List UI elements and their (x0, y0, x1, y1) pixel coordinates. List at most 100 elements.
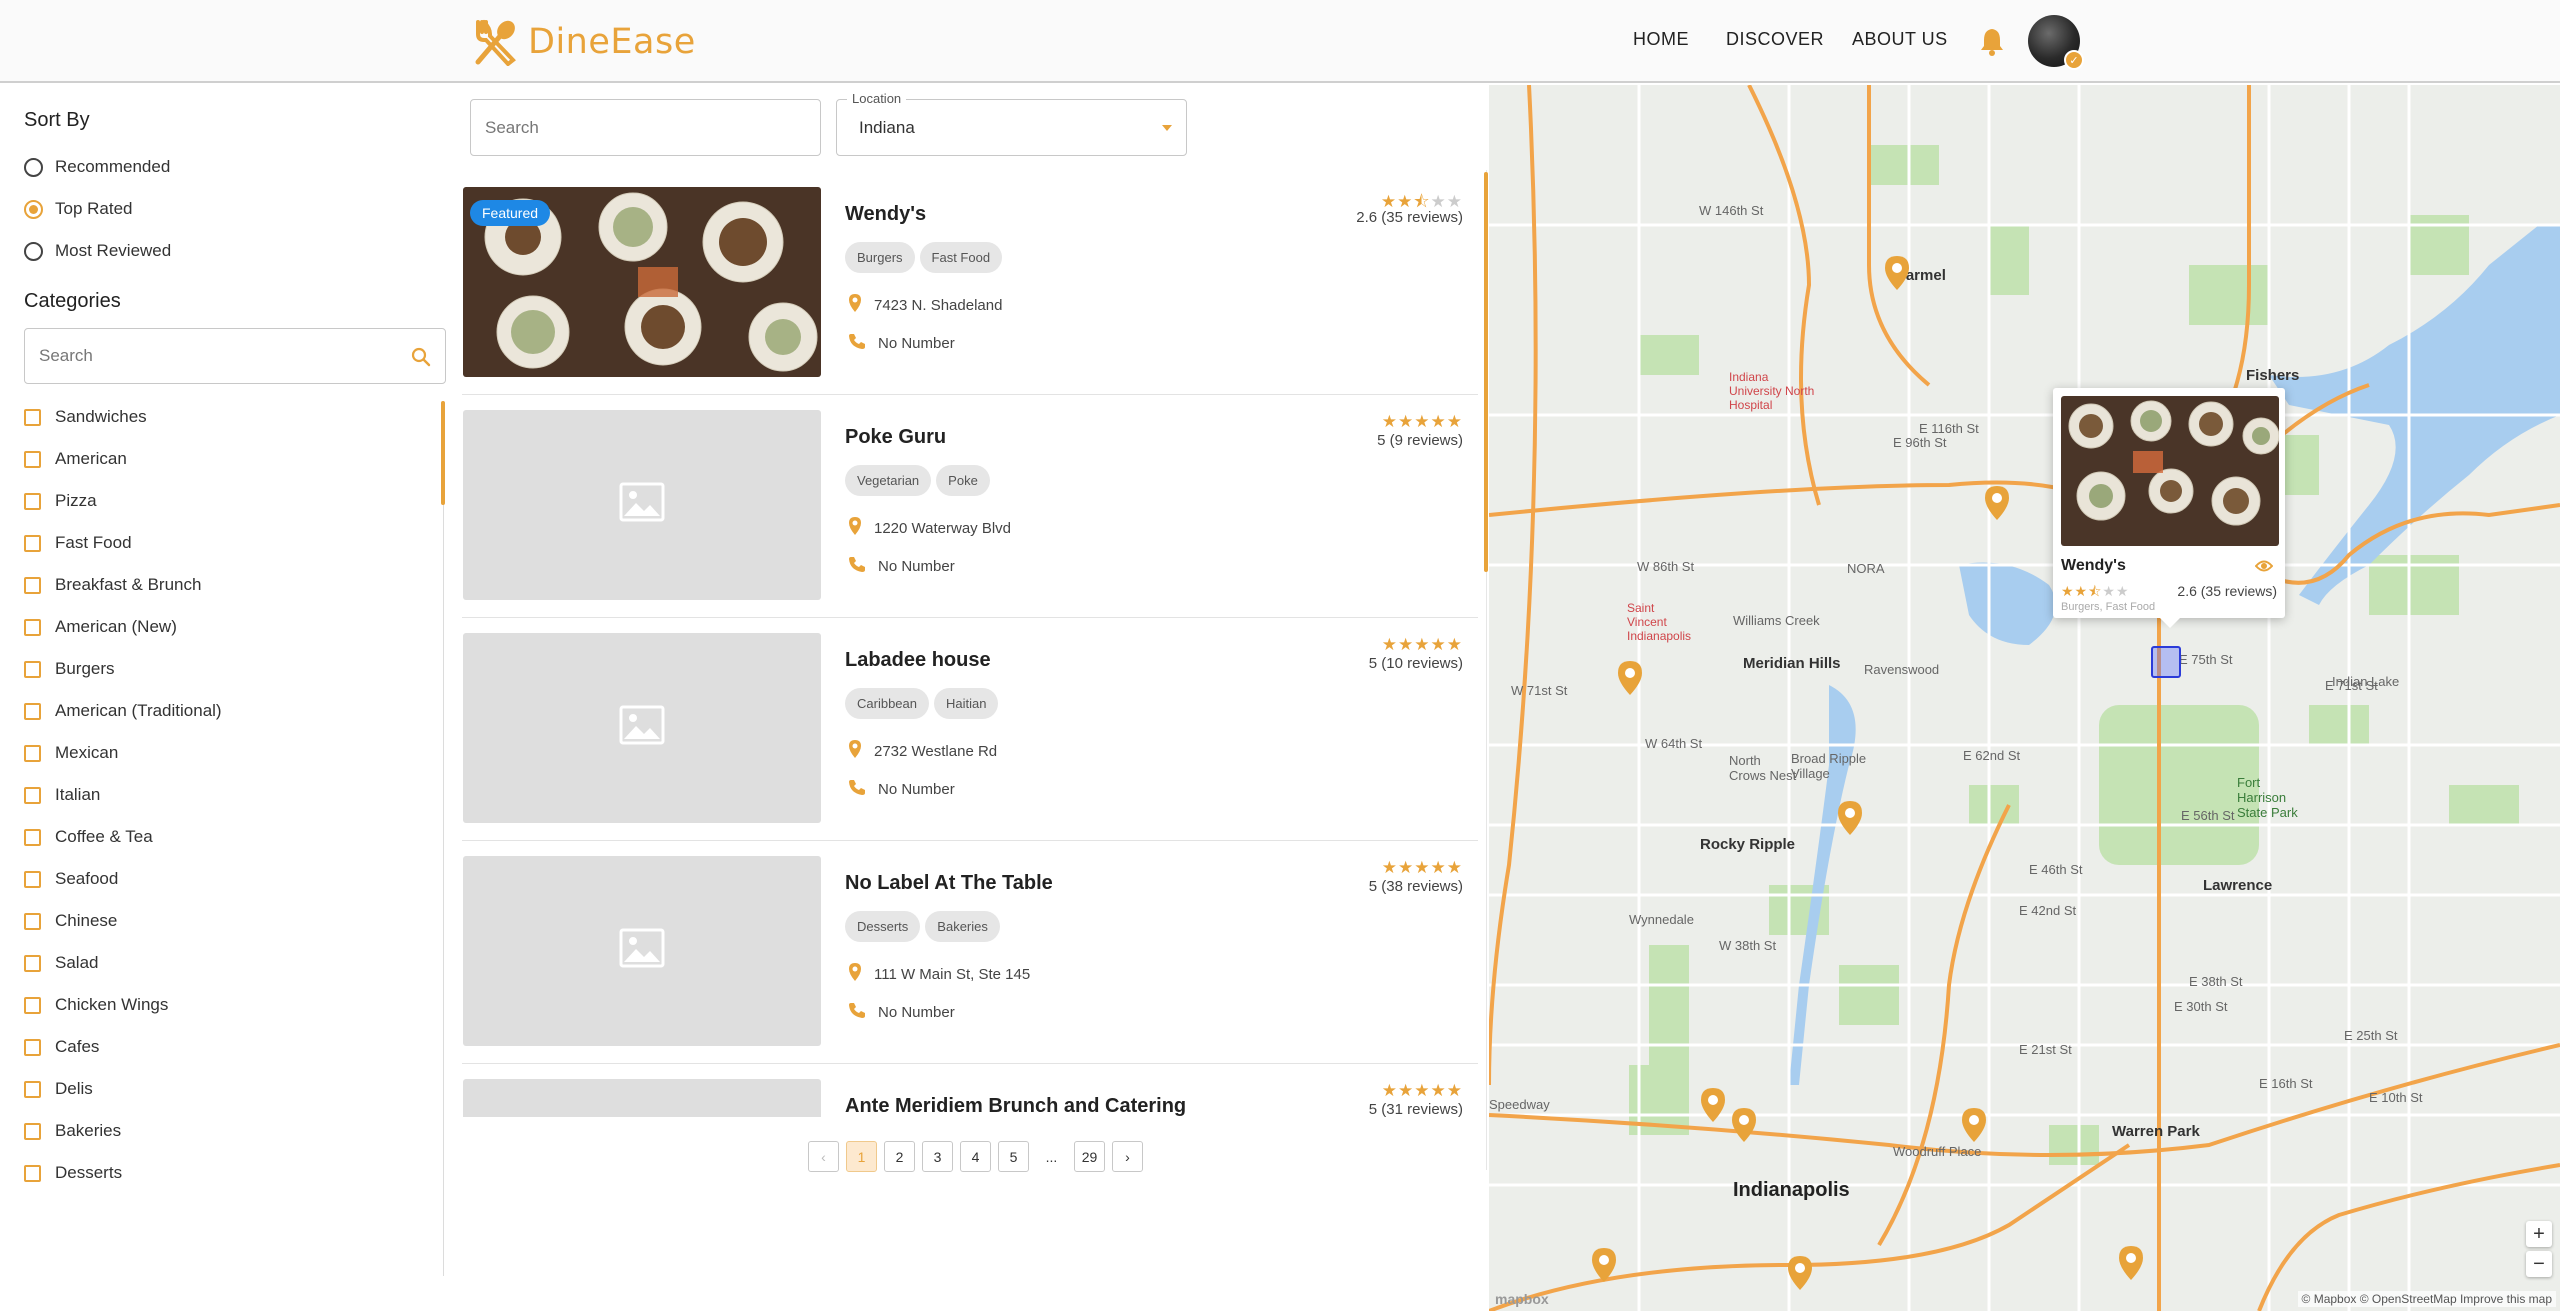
category-item[interactable]: Delis (24, 1077, 93, 1101)
category-checkbox[interactable] (24, 492, 41, 510)
restaurant-card[interactable]: Featured Wendy's ★★⯪★★ 2.6 (35 reviews) B… (462, 172, 1478, 395)
page-button[interactable]: 29 (1074, 1141, 1105, 1172)
nav-about[interactable]: ABOUT US (1852, 29, 1948, 50)
restaurant-name[interactable]: Ante Meridiem Brunch and Catering (845, 1095, 1186, 1117)
location-value: Indiana (859, 118, 915, 137)
category-item[interactable]: Pizza (24, 489, 97, 513)
sort-option[interactable]: Recommended (24, 155, 170, 179)
category-checkbox[interactable] (24, 1038, 41, 1056)
restaurant-map-pin[interactable] (1700, 1087, 1726, 1123)
map-attribution[interactable]: © Mapbox © OpenStreetMap Improve this ma… (2297, 1291, 2556, 1307)
category-checkbox[interactable] (24, 954, 41, 972)
category-item[interactable]: Burgers (24, 657, 115, 681)
category-item[interactable]: Italian (24, 783, 100, 807)
sort-option[interactable]: Top Rated (24, 197, 133, 221)
restaurant-photo[interactable] (463, 856, 821, 1046)
category-checkbox[interactable] (24, 870, 41, 888)
page-button[interactable]: 1 (846, 1141, 877, 1172)
page-button[interactable]: 3 (922, 1141, 953, 1172)
page-button[interactable]: 4 (960, 1141, 991, 1172)
eye-icon[interactable] (2255, 559, 2273, 573)
category-item[interactable]: Salad (24, 951, 98, 975)
prev-page-button[interactable]: ‹ (808, 1141, 839, 1172)
category-item[interactable]: Bakeries (24, 1119, 121, 1143)
restaurant-map-pin[interactable] (1961, 1107, 1987, 1143)
location-select[interactable]: Location Indiana (836, 91, 1187, 156)
category-item[interactable]: Desserts (24, 1161, 122, 1185)
restaurant-photo[interactable]: Featured (463, 187, 821, 377)
restaurant-search-input[interactable] (471, 100, 811, 155)
page-button[interactable]: 2 (884, 1141, 915, 1172)
zoom-out-button[interactable]: − (2526, 1251, 2552, 1277)
category-item[interactable]: Chicken Wings (24, 993, 168, 1017)
category-label: American (New) (55, 617, 177, 636)
restaurant-map-pin[interactable] (1731, 1107, 1757, 1143)
app-logo[interactable]: DineEase (470, 18, 696, 66)
restaurant-name[interactable]: Wendy's (845, 203, 926, 226)
category-item[interactable]: Coffee & Tea (24, 825, 153, 849)
restaurant-name[interactable]: Labadee house (845, 649, 991, 672)
category-checkbox[interactable] (24, 450, 41, 468)
category-item[interactable]: Cafes (24, 1035, 99, 1059)
category-checkbox[interactable] (24, 1122, 41, 1140)
radio-button[interactable] (24, 241, 43, 261)
category-search-input[interactable] (25, 329, 385, 383)
restaurant-map-pin[interactable] (2118, 1245, 2144, 1281)
radio-button[interactable] (24, 199, 43, 219)
radio-button[interactable] (24, 157, 43, 177)
mapbox-logo[interactable]: mapbox (1495, 1291, 1549, 1307)
restaurant-card[interactable]: No Label At The Table ★★★★★ 5 (38 review… (462, 841, 1478, 1064)
category-item[interactable]: American (New) (24, 615, 177, 639)
category-checkbox[interactable] (24, 996, 41, 1014)
category-checkbox[interactable] (24, 702, 41, 720)
page-button[interactable]: 5 (998, 1141, 1029, 1172)
category-checkbox[interactable] (24, 786, 41, 804)
restaurant-map-pin[interactable] (1787, 1255, 1813, 1291)
category-checkbox[interactable] (24, 912, 41, 930)
category-item[interactable]: American (Traditional) (24, 699, 222, 723)
restaurant-photo[interactable] (463, 1079, 821, 1117)
restaurant-card[interactable]: Ante Meridiem Brunch and Catering ★★★★★ … (462, 1064, 1478, 1117)
selected-restaurant-marker[interactable] (2151, 646, 2181, 678)
next-page-button[interactable]: › (1112, 1141, 1143, 1172)
restaurant-map-pin[interactable] (1884, 255, 1910, 291)
map-view[interactable]: Carmel Fishers Indianapolis Lawrence War… (1489, 85, 2560, 1311)
restaurant-map-pin[interactable] (1837, 800, 1863, 836)
category-item[interactable]: Breakfast & Brunch (24, 573, 201, 597)
restaurant-map-pin[interactable] (1984, 485, 2010, 521)
nav-discover[interactable]: DISCOVER (1726, 29, 1824, 50)
sort-option[interactable]: Most Reviewed (24, 239, 171, 263)
category-item[interactable]: Chinese (24, 909, 117, 933)
category-item[interactable]: American (24, 447, 127, 471)
category-item[interactable]: Mexican (24, 741, 118, 765)
restaurant-card[interactable]: Labadee house ★★★★★ 5 (10 reviews) Caribb… (462, 618, 1478, 841)
category-checkbox[interactable] (24, 828, 41, 846)
search-icon[interactable] (411, 347, 431, 367)
category-item[interactable]: Sandwiches (24, 405, 147, 429)
category-checkbox[interactable] (24, 534, 41, 552)
category-item[interactable]: Fast Food (24, 531, 132, 555)
bell-icon[interactable] (1978, 26, 2006, 56)
category-checkbox[interactable] (24, 744, 41, 762)
category-checkbox[interactable] (24, 618, 41, 636)
zoom-in-button[interactable]: + (2526, 1221, 2552, 1247)
list-scrollbar[interactable] (1484, 172, 1488, 572)
restaurant-map-pin[interactable] (1591, 1247, 1617, 1283)
category-checkbox[interactable] (24, 1080, 41, 1098)
tag-list: Vegetarian Poke (845, 465, 990, 496)
restaurant-photo[interactable] (463, 410, 821, 600)
map-label-e-21st: E 21st St (2019, 1042, 2072, 1057)
category-checkbox[interactable] (24, 1164, 41, 1182)
category-item[interactable]: Seafood (24, 867, 118, 891)
restaurant-map-pin[interactable] (1617, 660, 1643, 696)
restaurant-card[interactable]: Poke Guru ★★★★★ 5 (9 reviews) Vegetarian P… (462, 395, 1478, 618)
map-restaurant-popup[interactable]: Wendy's ★★⯪★★ 2.6 (35 reviews) Burgers, … (2053, 388, 2285, 628)
restaurant-name[interactable]: Poke Guru (845, 426, 946, 449)
avatar-menu-badge[interactable]: ✓ (2064, 50, 2084, 70)
nav-home[interactable]: HOME (1633, 29, 1689, 50)
restaurant-name[interactable]: No Label At The Table (845, 872, 1053, 895)
category-checkbox[interactable] (24, 576, 41, 594)
category-checkbox[interactable] (24, 660, 41, 678)
restaurant-photo[interactable] (463, 633, 821, 823)
category-checkbox[interactable] (24, 408, 41, 426)
